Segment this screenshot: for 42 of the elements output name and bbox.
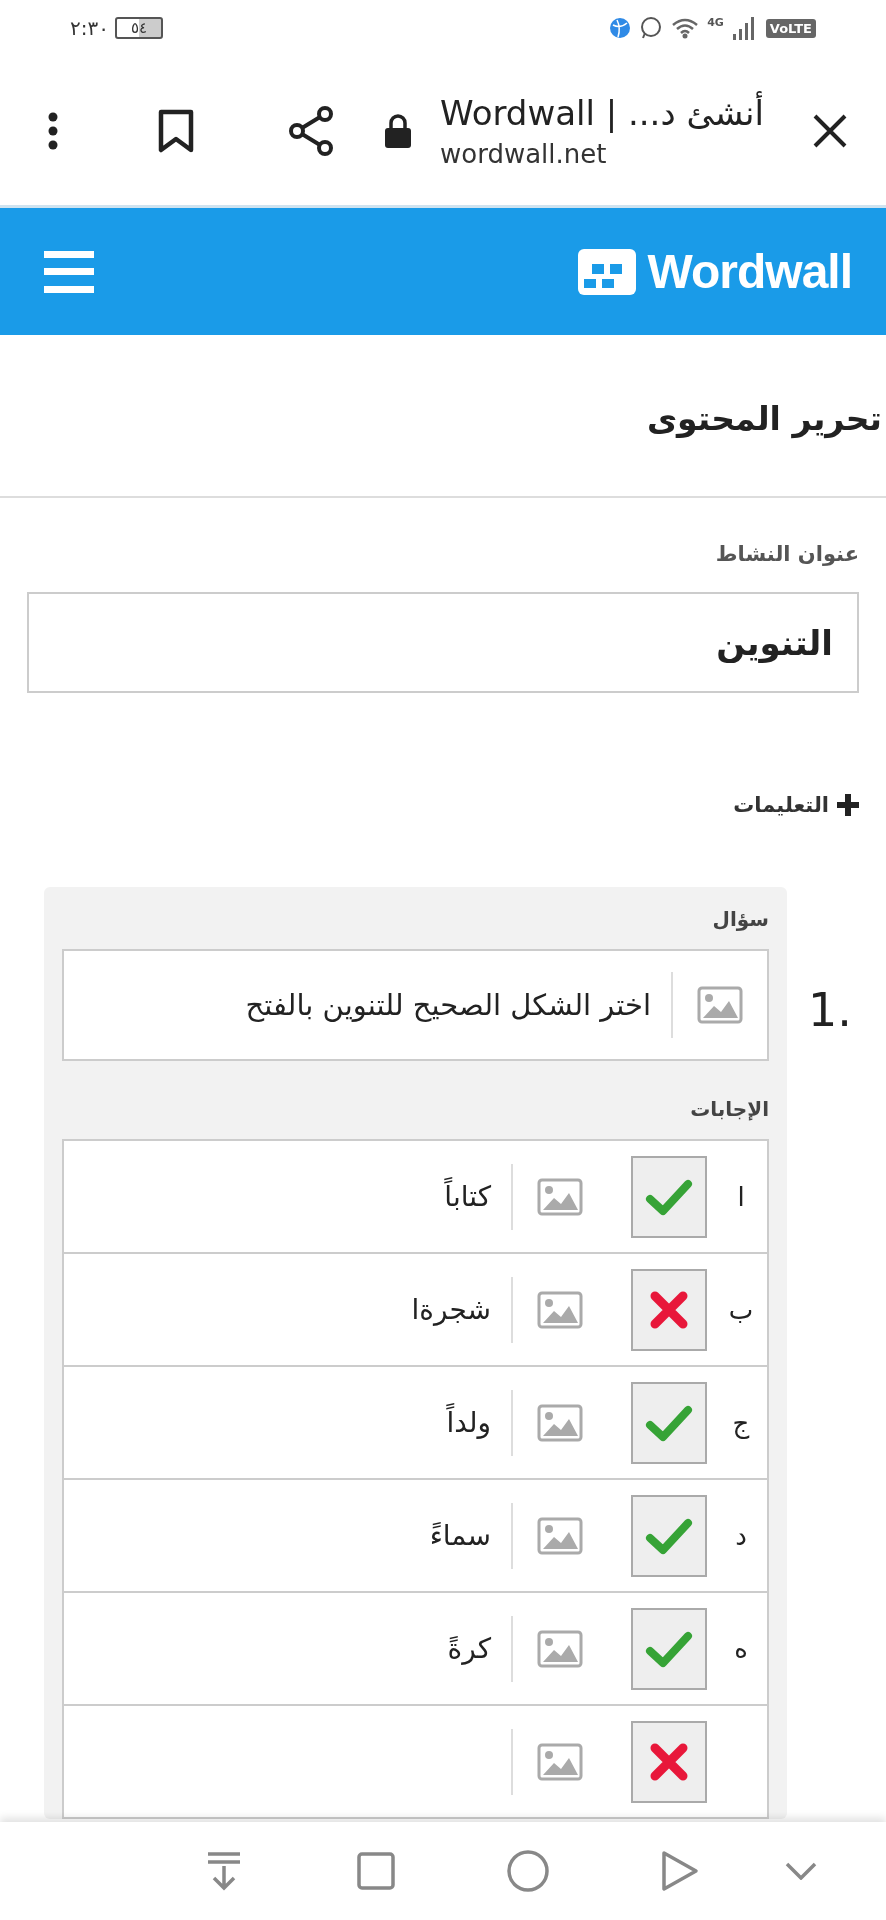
answer-letter: ه [733,1633,749,1664]
page-title: أنشئ د... | Wordwall [440,92,764,133]
battery-indicator: ٥٤ [114,17,164,39]
question-field[interactable]: اختر الشكل الصحيح للتنوين بالفتح [62,949,769,1061]
activity-title-field[interactable]: التنوين [27,592,859,693]
answer-text[interactable]: سماءً [409,1519,511,1552]
correct-toggle[interactable] [631,1268,707,1351]
correct-toggle[interactable] [631,1720,707,1803]
image-icon [537,1177,583,1216]
question-label: سؤال [711,907,769,931]
answers-label: الإجابات [689,1097,769,1121]
network-type: 4G [707,16,724,29]
image-icon [537,1290,583,1329]
answer-letter: ج [731,1407,751,1438]
image-icon [537,1403,583,1442]
image-icon [537,1516,583,1555]
answer-letter: ا [736,1181,746,1212]
answer-text[interactable]: كرةً [427,1632,511,1665]
image-icon [537,1742,583,1781]
plus-icon [837,794,859,816]
correct-toggle[interactable] [631,1155,707,1238]
correct-toggle[interactable] [631,1607,707,1690]
correct-toggle[interactable] [631,1381,707,1464]
section-heading: تحرير المحتوى [0,335,886,498]
field-label: عنوان النشاط [714,542,859,566]
clock-time: ٢:٣٠ [70,16,109,40]
image-icon [537,1629,583,1668]
globe-icon [609,17,632,39]
answer-letter: ب [727,1294,755,1325]
wordwall-logo: Wordwall [647,244,852,299]
question-number: 1. [807,983,853,1037]
image-icon [697,986,743,1024]
answer-letter: د [734,1520,748,1551]
logo-icon [577,248,636,295]
page-url: wordwall.net [440,138,607,169]
instructions-toggle[interactable]: التعليمات [733,793,859,817]
answer-text[interactable]: شجرةا [391,1293,511,1326]
correct-toggle[interactable] [631,1494,707,1577]
volte-badge: VoLTE [765,18,816,38]
wifi-icon [671,17,700,39]
lock-icon [384,112,412,149]
chat-icon [639,16,664,40]
